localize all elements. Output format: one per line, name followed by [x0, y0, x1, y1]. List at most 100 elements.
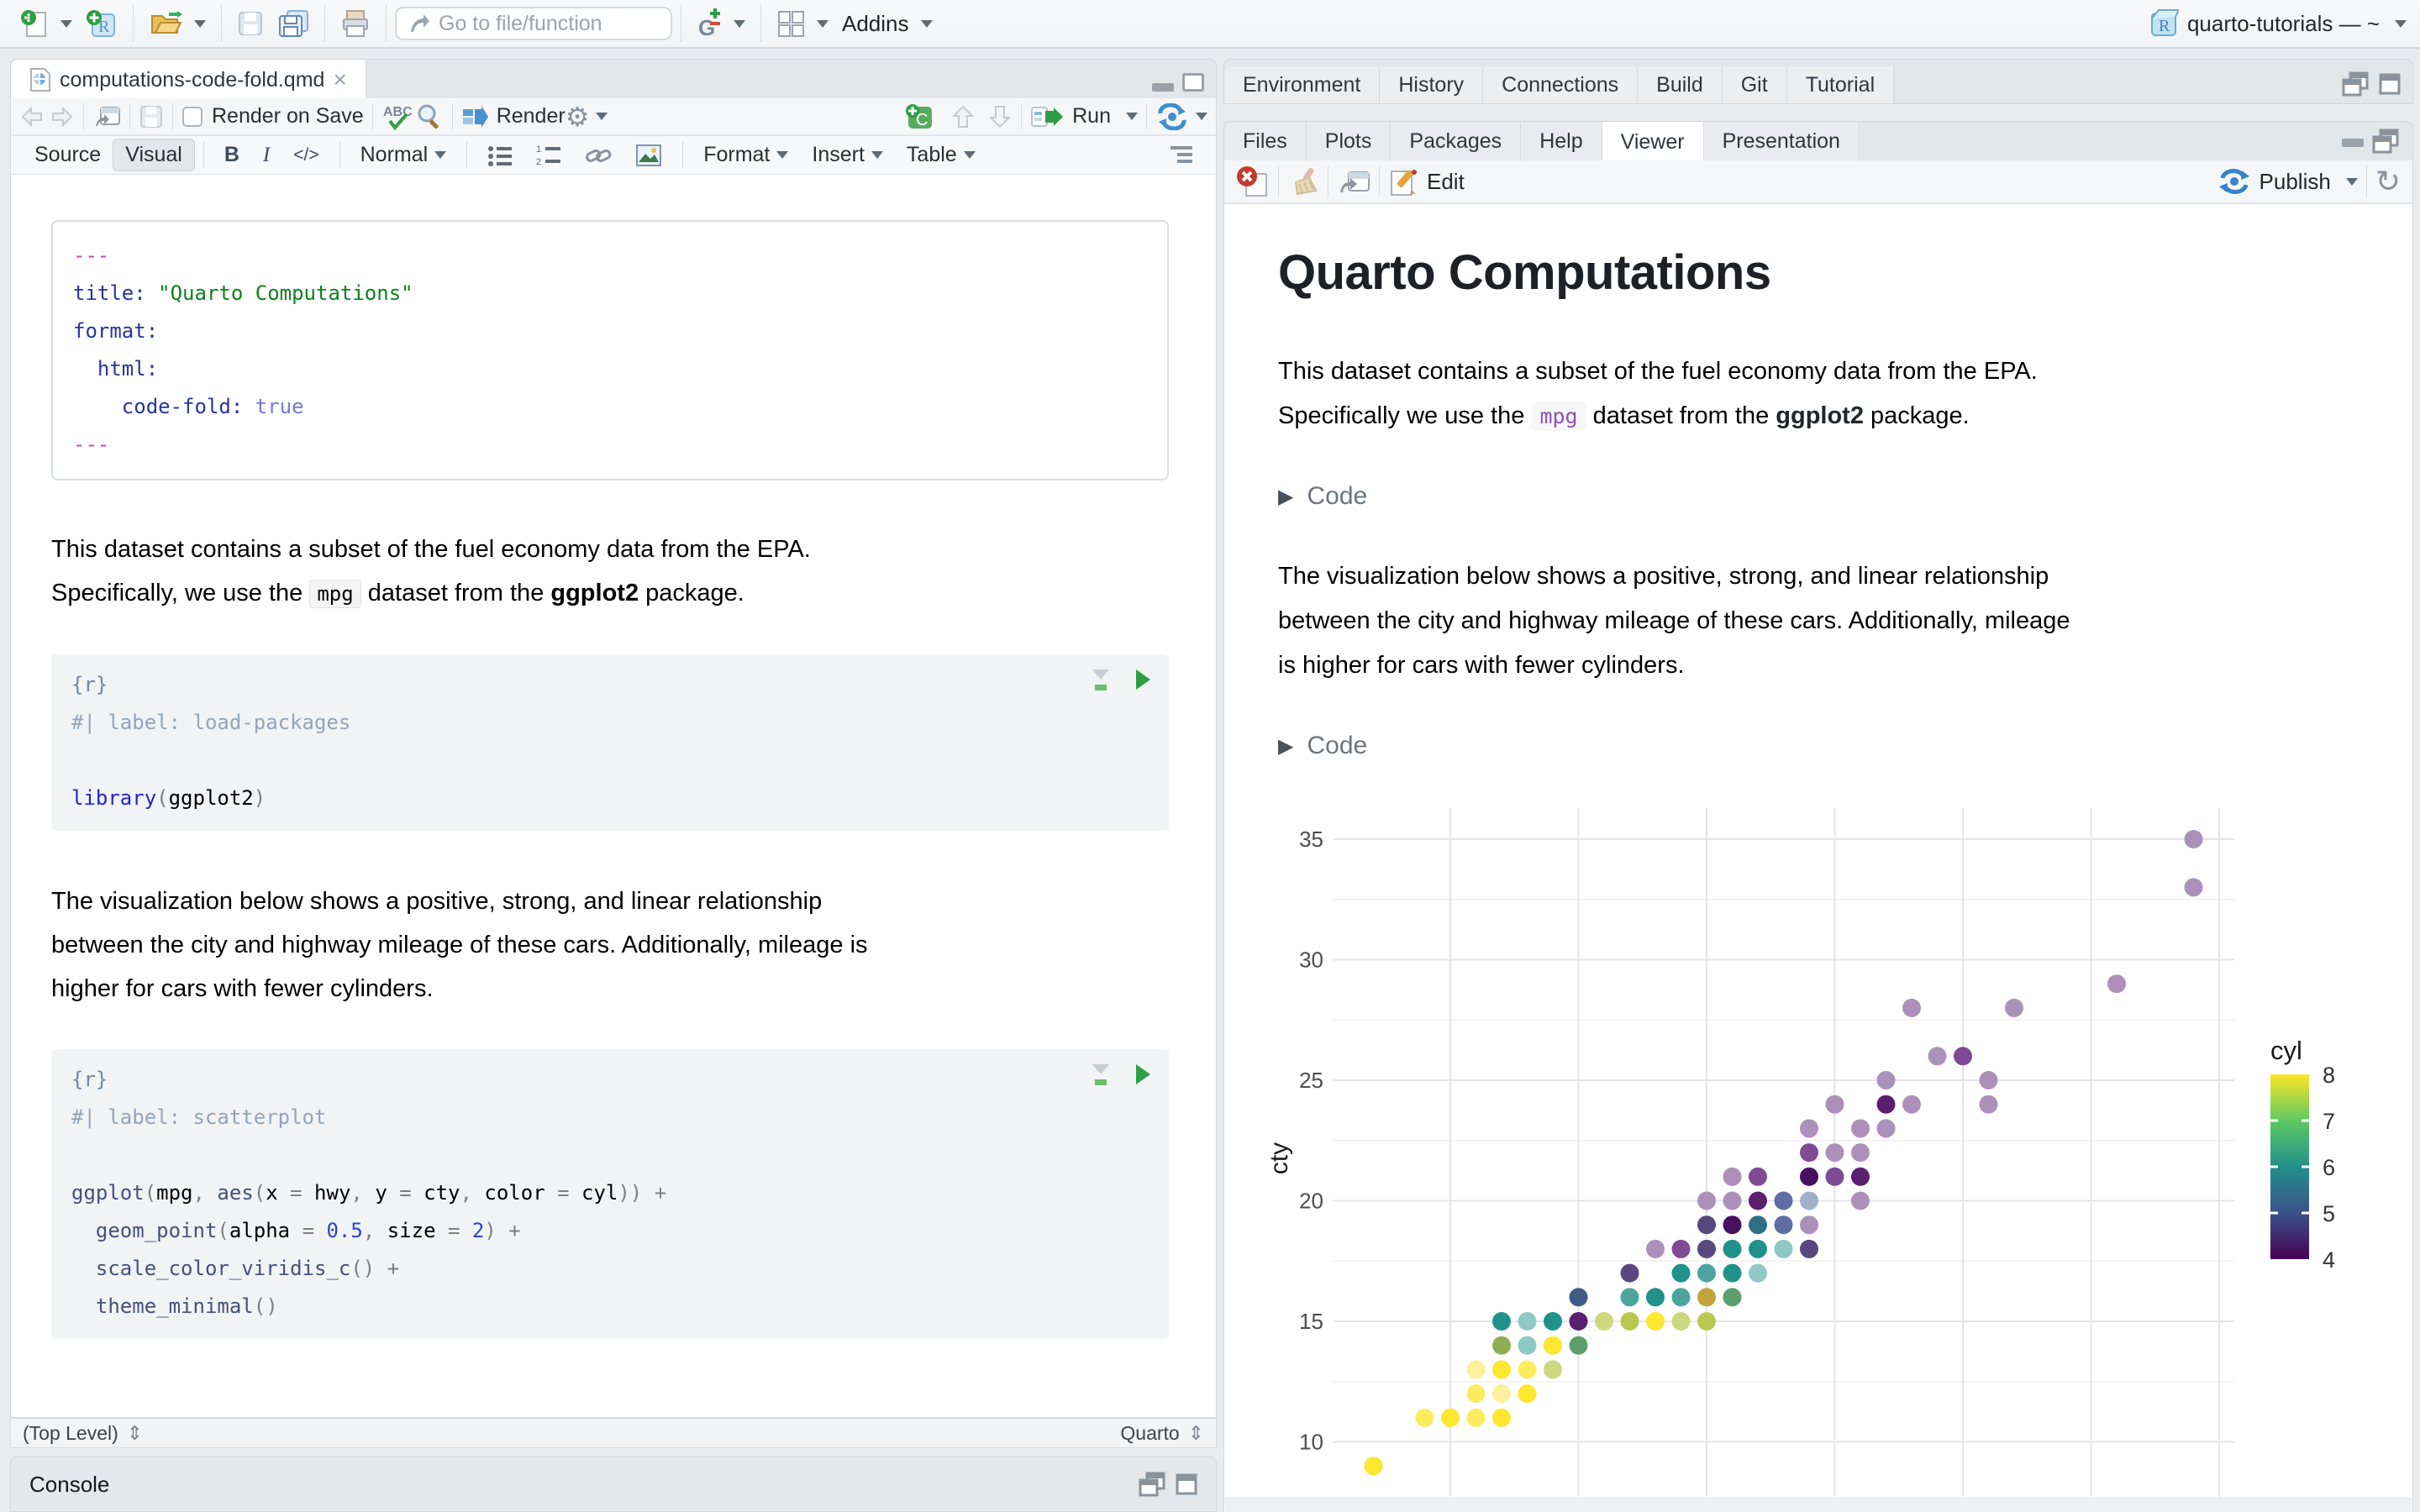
render-settings-button[interactable]: ⚙ — [566, 101, 608, 133]
image-button[interactable] — [623, 140, 674, 171]
text-segment: color — [484, 1181, 558, 1205]
editor-paragraph-1[interactable]: This dataset contains a subset of the fu… — [51, 528, 1216, 616]
tab-close-icon[interactable]: × — [333, 66, 346, 93]
filetype-selector[interactable]: Quarto ⇕ — [1120, 1422, 1204, 1445]
insert-chunk-button[interactable]: C — [905, 103, 935, 130]
tab-tutorial[interactable]: Tutorial — [1786, 66, 1895, 103]
tab-viewer[interactable]: Viewer — [1602, 121, 1704, 161]
forward-icon[interactable] — [50, 105, 75, 129]
mode-source-button[interactable]: Source — [23, 139, 113, 171]
console-maximize-icon[interactable] — [1176, 1472, 1197, 1497]
editor-canvas[interactable]: --- title: "Quarto Computations" format: h… — [10, 175, 1217, 1418]
spellcheck-button[interactable]: ABC — [381, 102, 415, 131]
open-in-window-icon[interactable] — [92, 104, 121, 129]
back-icon[interactable] — [19, 105, 45, 129]
data-point — [1646, 1312, 1665, 1331]
maximize-source-icon[interactable] — [1182, 73, 1204, 92]
code-chunk-scatterplot[interactable]: {r} #| label: scatterplot ggplot(mpg, aes… — [51, 1049, 1169, 1339]
run-button[interactable]: Run — [1030, 104, 1138, 129]
bold-button[interactable]: B — [213, 139, 251, 171]
env-maximize-icon[interactable] — [2379, 71, 2401, 97]
bullet-list-button[interactable] — [476, 141, 524, 170]
refresh-viewer-button[interactable]: ↻ — [2375, 164, 2401, 199]
tab-computations-code-fold[interactable]: computations-code-fold.qmd × — [11, 59, 366, 99]
tab-build[interactable]: Build — [1638, 66, 1723, 103]
tab-environment[interactable]: Environment — [1224, 66, 1381, 103]
text-segment: between the city and highway mileage of … — [1278, 607, 2070, 634]
scope-selector[interactable]: (Top Level) ⇕ — [23, 1422, 143, 1445]
open-file-button[interactable] — [142, 9, 213, 38]
viewer-scroll-gutter[interactable] — [1225, 1498, 2412, 1512]
tab-presentation[interactable]: Presentation — [1703, 122, 1860, 160]
editor-paragraph-2[interactable]: The visualization below shows a positive… — [51, 879, 1216, 1011]
console-restore-icon[interactable] — [1139, 1472, 1167, 1497]
text-segment: {r} — [71, 673, 108, 696]
y-tick-label: 10 — [1299, 1430, 1323, 1455]
text-line — [71, 742, 1149, 780]
text-segment: = — [447, 1219, 472, 1242]
publish-button[interactable]: Publish — [2217, 167, 2358, 196]
tab-packages[interactable]: Packages — [1391, 122, 1522, 160]
data-point — [1441, 1408, 1460, 1427]
new-file-button[interactable] — [13, 8, 79, 39]
rerun-button[interactable] — [1155, 102, 1207, 130]
code-chunk-load-packages[interactable]: {r} #| label: load-packages library(ggplo… — [51, 654, 1169, 831]
render-icon — [462, 105, 488, 128]
save-doc-icon[interactable] — [139, 104, 164, 129]
popout-icon — [1340, 171, 1370, 192]
tab-history[interactable]: History — [1380, 66, 1484, 103]
project-menu-button[interactable]: R quarto-tutorials — ~ — [2149, 8, 2407, 39]
mode-visual-button[interactable]: Visual — [113, 139, 195, 171]
tab-help[interactable]: Help — [1521, 122, 1602, 160]
clear-viewer-button[interactable] — [1287, 165, 1319, 197]
text-line: theme_minimal() — [71, 1288, 1149, 1326]
print-button[interactable] — [334, 9, 377, 38]
code-fold-toggle-1[interactable]: ▶ Code — [1278, 482, 2379, 511]
code-fold-toggle-2[interactable]: ▶ Code — [1278, 732, 2379, 760]
yaml-front-matter[interactable]: --- title: "Quarto Computations" format: h… — [51, 220, 1169, 480]
stop-viewer-button[interactable] — [1236, 165, 1270, 197]
data-point — [1646, 1239, 1665, 1258]
edit-button[interactable]: Edit — [1388, 166, 1465, 197]
viewer-document[interactable]: Quarto Computations This dataset contain… — [1223, 204, 2413, 1512]
render-button[interactable]: Render — [461, 104, 566, 129]
go-next-chunk-button[interactable] — [987, 104, 1013, 129]
run-chunk-icon[interactable] — [1134, 1063, 1152, 1086]
minimize-viewer-icon[interactable] — [2342, 139, 2364, 147]
save-all-button[interactable] — [271, 9, 316, 38]
numbered-list-button[interactable]: 12 — [524, 141, 573, 170]
save-button[interactable] — [230, 10, 271, 37]
paragraph-style-dropdown[interactable]: Normal — [349, 139, 459, 171]
insert-menu[interactable]: Insert — [800, 139, 895, 171]
code-format-button[interactable]: </> — [281, 142, 330, 169]
search-button[interactable] — [415, 102, 444, 131]
goto-file-function-input[interactable]: Go to file/function — [395, 7, 672, 40]
tab-git[interactable]: Git — [1722, 66, 1787, 103]
format-menu[interactable]: Format — [692, 139, 800, 171]
data-point — [1595, 1312, 1613, 1331]
viewer-restore-icon[interactable] — [2372, 129, 2401, 154]
new-project-button[interactable]: R — [79, 8, 124, 39]
addins-button[interactable]: Addins — [835, 11, 939, 37]
run-chunk-icon[interactable] — [1134, 668, 1152, 691]
env-restore-icon[interactable] — [2342, 71, 2370, 97]
tab-files[interactable]: Files — [1224, 122, 1307, 160]
source-toolbar: Render on Save ABC Render ⚙ C Run — [10, 98, 1217, 136]
render-on-save-checkbox[interactable]: Render on Save — [182, 104, 364, 129]
run-chunks-above-icon[interactable] — [1090, 668, 1112, 693]
console-pane-header[interactable]: Console — [10, 1457, 1217, 1512]
text-segment: = — [557, 1181, 581, 1205]
outline-toggle-button[interactable] — [1155, 141, 1204, 170]
open-viewer-new-window-button[interactable] — [1337, 167, 1370, 196]
italic-button[interactable]: I — [251, 140, 281, 171]
tab-connections[interactable]: Connections — [1483, 66, 1639, 103]
tab-plots[interactable]: Plots — [1306, 122, 1392, 160]
table-menu[interactable]: Table — [895, 139, 987, 171]
go-previous-chunk-button[interactable] — [950, 104, 976, 129]
minimize-source-icon[interactable] — [1152, 83, 1174, 92]
data-point — [1723, 1215, 1742, 1235]
run-chunks-above-icon[interactable] — [1090, 1063, 1112, 1088]
panes-layout-button[interactable] — [770, 9, 835, 38]
link-button[interactable] — [573, 140, 623, 171]
git-button[interactable]: G — [690, 8, 752, 39]
